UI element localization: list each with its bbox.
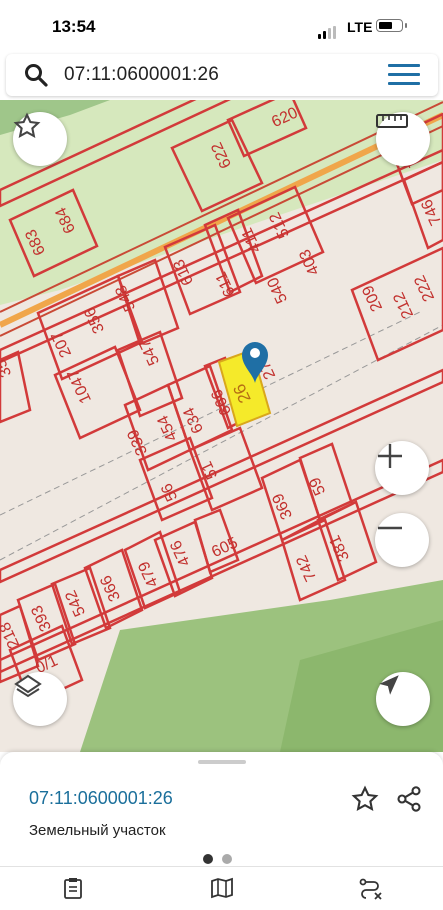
status-bar: 13:54 LTE	[0, 0, 443, 50]
favorite-button[interactable]	[13, 112, 67, 166]
parcel-info-panel[interactable]: 07:11:0600001:26 Земельный участок	[0, 752, 443, 910]
map-icon[interactable]	[209, 876, 235, 900]
signal-icon	[318, 21, 338, 39]
battery-icon	[376, 19, 407, 32]
search-bar[interactable]: 07:11:0600001:26	[6, 54, 438, 96]
ruler-button[interactable]	[376, 112, 430, 166]
layers-icon	[14, 674, 42, 698]
zoom-out-button[interactable]	[375, 513, 429, 567]
network-label: LTE	[347, 19, 373, 35]
ruler-icon	[376, 114, 408, 128]
divider	[0, 866, 443, 867]
star-icon	[13, 112, 41, 139]
search-icon[interactable]	[24, 63, 48, 87]
parcel-type: Земельный участок	[29, 822, 166, 839]
minus-icon	[378, 526, 402, 530]
my-location-button[interactable]	[376, 672, 430, 726]
menu-icon[interactable]	[388, 64, 420, 86]
parcel-id: 07:11:0600001:26	[29, 788, 173, 808]
star-icon[interactable]	[351, 785, 379, 813]
clipboard-icon[interactable]	[60, 876, 86, 900]
share-icon[interactable]	[395, 785, 423, 813]
navigation-arrow-icon	[379, 675, 399, 695]
drag-handle[interactable]	[198, 760, 246, 764]
plus-icon	[378, 444, 402, 468]
zoom-in-button[interactable]	[375, 441, 429, 495]
search-query[interactable]: 07:11:0600001:26	[64, 64, 219, 86]
cadastral-map[interactable]: 26 620622684683 411 512403540613 6115483562…	[0, 100, 443, 752]
status-time: 13:54	[52, 17, 96, 36]
layers-button[interactable]	[13, 672, 67, 726]
route-clear-icon[interactable]	[357, 876, 383, 900]
map-view[interactable]: 26 620 622 684 683 411 512 403 540 613 611 548 356 2…	[0, 100, 443, 752]
